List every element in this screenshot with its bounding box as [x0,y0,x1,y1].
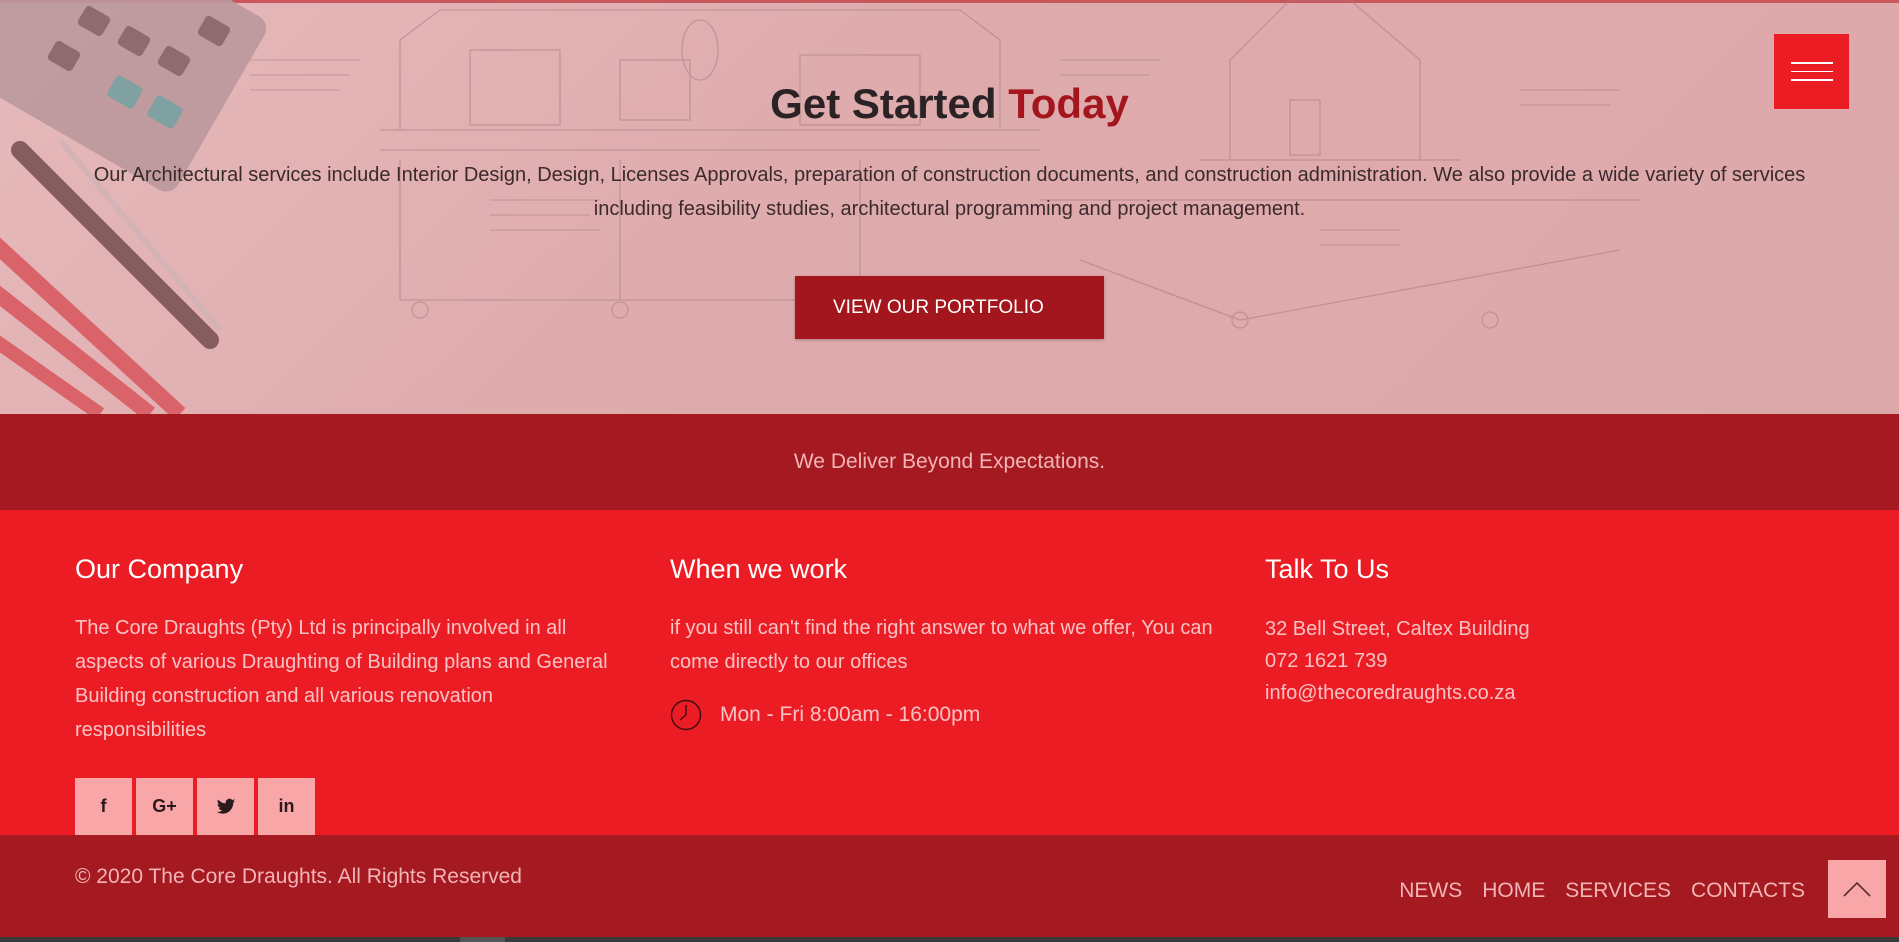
footer-nav-contacts[interactable]: CONTACTS [1691,879,1805,903]
company-heading: Our Company [75,554,244,584]
window-bottom-strip [0,937,1899,942]
scroll-to-top-button[interactable] [1828,860,1886,918]
social-links: f G+ in [75,778,315,835]
working-hours-text: Mon - Fri 8:00am - 16:00pm [720,703,981,726]
work-description: if you still can't find the right answer… [670,617,1213,673]
footer-bottom-bar: © 2020 The Core Draughts. All Rights Res… [0,835,1899,937]
google-plus-icon[interactable]: G+ [136,778,193,835]
contact-list: 32 Bell Street, Caltex Building 072 1621… [1265,613,1765,709]
menu-line [1790,79,1833,81]
hero-title: Get Started Today [0,80,1899,128]
facebook-icon[interactable]: f [75,778,132,835]
footer-work-column: When we work if you still can't find the… [670,554,1215,731]
hamburger-menu-button[interactable] [1774,34,1849,109]
company-description: The Core Draughts (Pty) Ltd is principal… [75,617,608,741]
menu-line [1790,62,1833,64]
tagline-text: We Deliver Beyond Expectations. [793,450,1106,473]
footer-nav-home[interactable]: HOME [1482,879,1545,903]
scrollbar-thumb[interactable] [460,937,505,942]
footer-contact-column: Talk To Us 32 Bell Street, Caltex Buildi… [1265,554,1765,709]
footer-company-column: Our Company The Core Draughts (Pty) Ltd … [75,554,620,747]
footer-nav-news[interactable]: NEWS [1399,879,1462,903]
menu-line [1790,70,1833,73]
hero-description: Our Architectural services include Inter… [93,164,1806,220]
view-portfolio-button[interactable]: VIEW OUR PORTFOLIO [795,276,1104,339]
twitter-icon[interactable] [197,778,254,835]
hero-title-main: Get Started [770,80,997,127]
footer-main: Our Company The Core Draughts (Pty) Ltd … [0,510,1899,835]
working-hours: Mon - Fri 8:00am - 16:00pm [670,699,1215,731]
contact-email[interactable]: info@thecoredraughts.co.za [1265,677,1765,709]
chevron-up-icon [1843,881,1871,897]
contact-address: 32 Bell Street, Caltex Building [1265,618,1530,640]
clock-icon [670,699,702,731]
contact-heading: Talk To Us [1265,554,1390,584]
footer-nav-services[interactable]: SERVICES [1565,879,1671,903]
linkedin-icon[interactable]: in [258,778,315,835]
tagline-banner: We Deliver Beyond Expectations. [0,414,1899,510]
hero-title-accent: Today [1008,80,1129,127]
work-heading: When we work [670,554,848,584]
twitter-bird-glyph [216,798,235,814]
hero-section: Get Started Today Our Architectural serv… [0,0,1899,414]
footer-nav: NEWS HOME SERVICES CONTACTS [1399,879,1805,903]
copyright-text: © 2020 The Core Draughts. All Rights Res… [75,865,522,888]
contact-phone[interactable]: 072 1621 739 [1265,645,1765,677]
